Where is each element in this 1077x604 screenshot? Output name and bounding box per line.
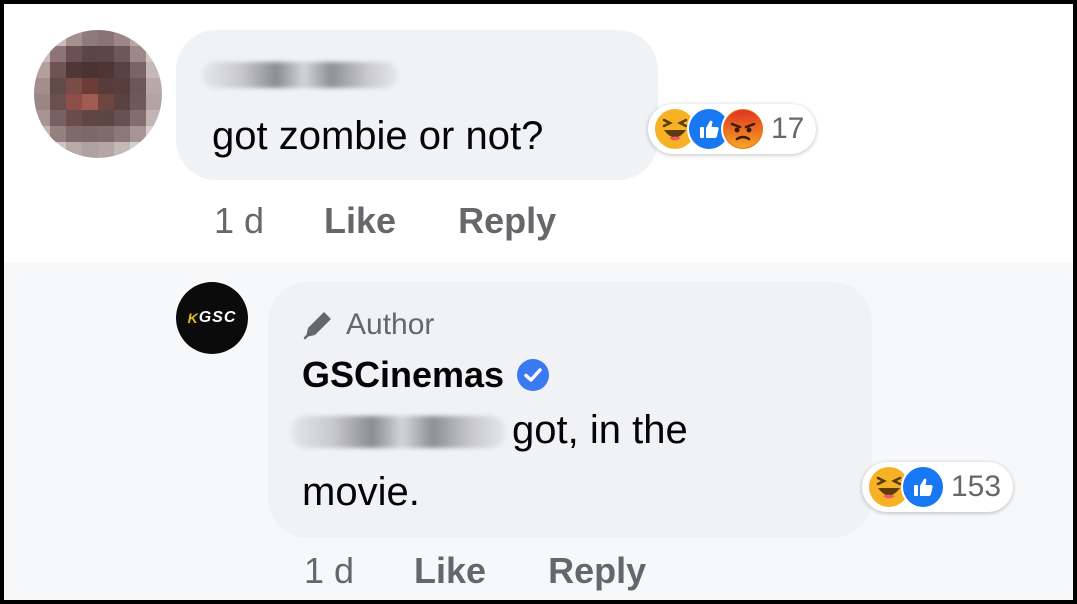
avatar-pixel: [82, 30, 98, 46]
avatar-pixel: [82, 142, 98, 158]
avatar-pixel: [82, 78, 98, 94]
blurred-commenter-name[interactable]: [202, 62, 398, 88]
avatar-pixel: [34, 78, 50, 94]
avatar-pixel: [66, 30, 82, 46]
avatar-pixel: [146, 110, 162, 126]
like-button[interactable]: Like: [324, 200, 396, 242]
screenshot-frame: got zombie or not? 17 1 d Like Reply K G…: [0, 0, 1077, 604]
reply-timestamp[interactable]: 1 d: [304, 550, 354, 592]
comment-timestamp[interactable]: 1 d: [214, 200, 264, 242]
avatar-pixel: [114, 142, 130, 158]
avatar-pixel: [66, 94, 82, 110]
avatar-pixel: [130, 110, 146, 126]
reply-bubble: Author GSCinemas got, in the movie.: [268, 282, 872, 538]
gsc-avatar[interactable]: K GSC: [176, 282, 248, 354]
avatar-pixel: [146, 46, 162, 62]
avatar-pixel: [34, 142, 50, 158]
like-button[interactable]: Like: [414, 550, 486, 592]
avatar-pixel: [146, 78, 162, 94]
reply-button[interactable]: Reply: [548, 550, 646, 592]
blurred-mention[interactable]: [290, 416, 506, 448]
avatar-pixel: [146, 62, 162, 78]
reaction-count: 153: [951, 470, 1002, 503]
avatar-pixel: [34, 126, 50, 142]
avatar-pixel: [114, 110, 130, 126]
avatar-pixel: [146, 30, 162, 46]
comment-bubble: got zombie or not?: [176, 30, 658, 180]
avatar-pixel: [50, 30, 66, 46]
avatar-pixel: [146, 142, 162, 158]
reaction-count: 17: [771, 112, 805, 145]
author-badge: Author: [302, 308, 434, 342]
avatar-pixel: [50, 126, 66, 142]
avatar-pixel: [66, 46, 82, 62]
avatar-pixel: [50, 46, 66, 62]
avatar-pixel: [98, 78, 114, 94]
avatar-pixel: [66, 78, 82, 94]
avatar-pixel: [34, 62, 50, 78]
reply-actions: 1 d Like Reply: [304, 550, 708, 592]
avatar-pixel: [82, 126, 98, 142]
avatar-pixel: [114, 62, 130, 78]
avatar-pixel: [34, 30, 50, 46]
avatar-pixel: [50, 110, 66, 126]
avatar-pixel: [98, 30, 114, 46]
reply-author: GSCinemas: [302, 354, 550, 396]
reply-button[interactable]: Reply: [458, 200, 556, 242]
pencil-icon: [303, 312, 331, 340]
avatar-pixel: [98, 142, 114, 158]
avatar-pixel: [82, 46, 98, 62]
avatar-pixel: [130, 126, 146, 142]
avatar-pixel: [34, 94, 50, 110]
avatar-pixel: [114, 78, 130, 94]
avatar-pixel: [146, 94, 162, 110]
avatar-pixel: [130, 94, 146, 110]
reply-text-line1: got, in the: [512, 408, 688, 452]
avatar-pixel: [98, 46, 114, 62]
author-badge-label: Author: [346, 308, 435, 341]
avatar-pixel: [34, 46, 50, 62]
avatar-pixel: [130, 46, 146, 62]
avatar-pixel: [114, 30, 130, 46]
comment-reactions[interactable]: 17: [648, 104, 817, 154]
avatar-pixel: [66, 110, 82, 126]
avatar-pixel: [50, 94, 66, 110]
avatar-pixel: [82, 94, 98, 110]
avatar-pixel: [34, 110, 50, 126]
reply-author-name[interactable]: GSCinemas: [302, 354, 504, 396]
comment-actions: 1 d Like Reply: [214, 200, 618, 242]
reply-text-line2: movie.: [302, 470, 420, 514]
like-icon: [901, 465, 945, 509]
angry-icon: [721, 107, 765, 151]
gsc-logo-mark: K: [187, 310, 198, 326]
avatar-pixel: [66, 126, 82, 142]
gsc-logo-text: GSC: [198, 309, 237, 326]
avatar-pixel: [114, 94, 130, 110]
avatar-pixel: [98, 62, 114, 78]
reply-reactions[interactable]: 153: [862, 462, 1014, 512]
avatar-pixel: [50, 62, 66, 78]
comment-text: got zombie or not?: [212, 114, 544, 158]
commenter-avatar[interactable]: [34, 30, 162, 158]
avatar-pixel: [114, 46, 130, 62]
avatar-pixel: [98, 110, 114, 126]
avatar-pixel: [82, 110, 98, 126]
avatar-pixel: [82, 62, 98, 78]
avatar-pixel: [114, 126, 130, 142]
avatar-pixel: [130, 142, 146, 158]
avatar-pixel: [50, 142, 66, 158]
avatar-pixel: [98, 94, 114, 110]
avatar-pixel: [66, 142, 82, 158]
avatar-pixel: [130, 62, 146, 78]
avatar-pixel: [66, 62, 82, 78]
avatar-pixel: [130, 30, 146, 46]
avatar-pixel: [98, 126, 114, 142]
verified-badge-icon: [517, 359, 550, 391]
avatar-pixel: [50, 78, 66, 94]
avatar-pixel: [146, 126, 162, 142]
avatar-pixel: [130, 78, 146, 94]
